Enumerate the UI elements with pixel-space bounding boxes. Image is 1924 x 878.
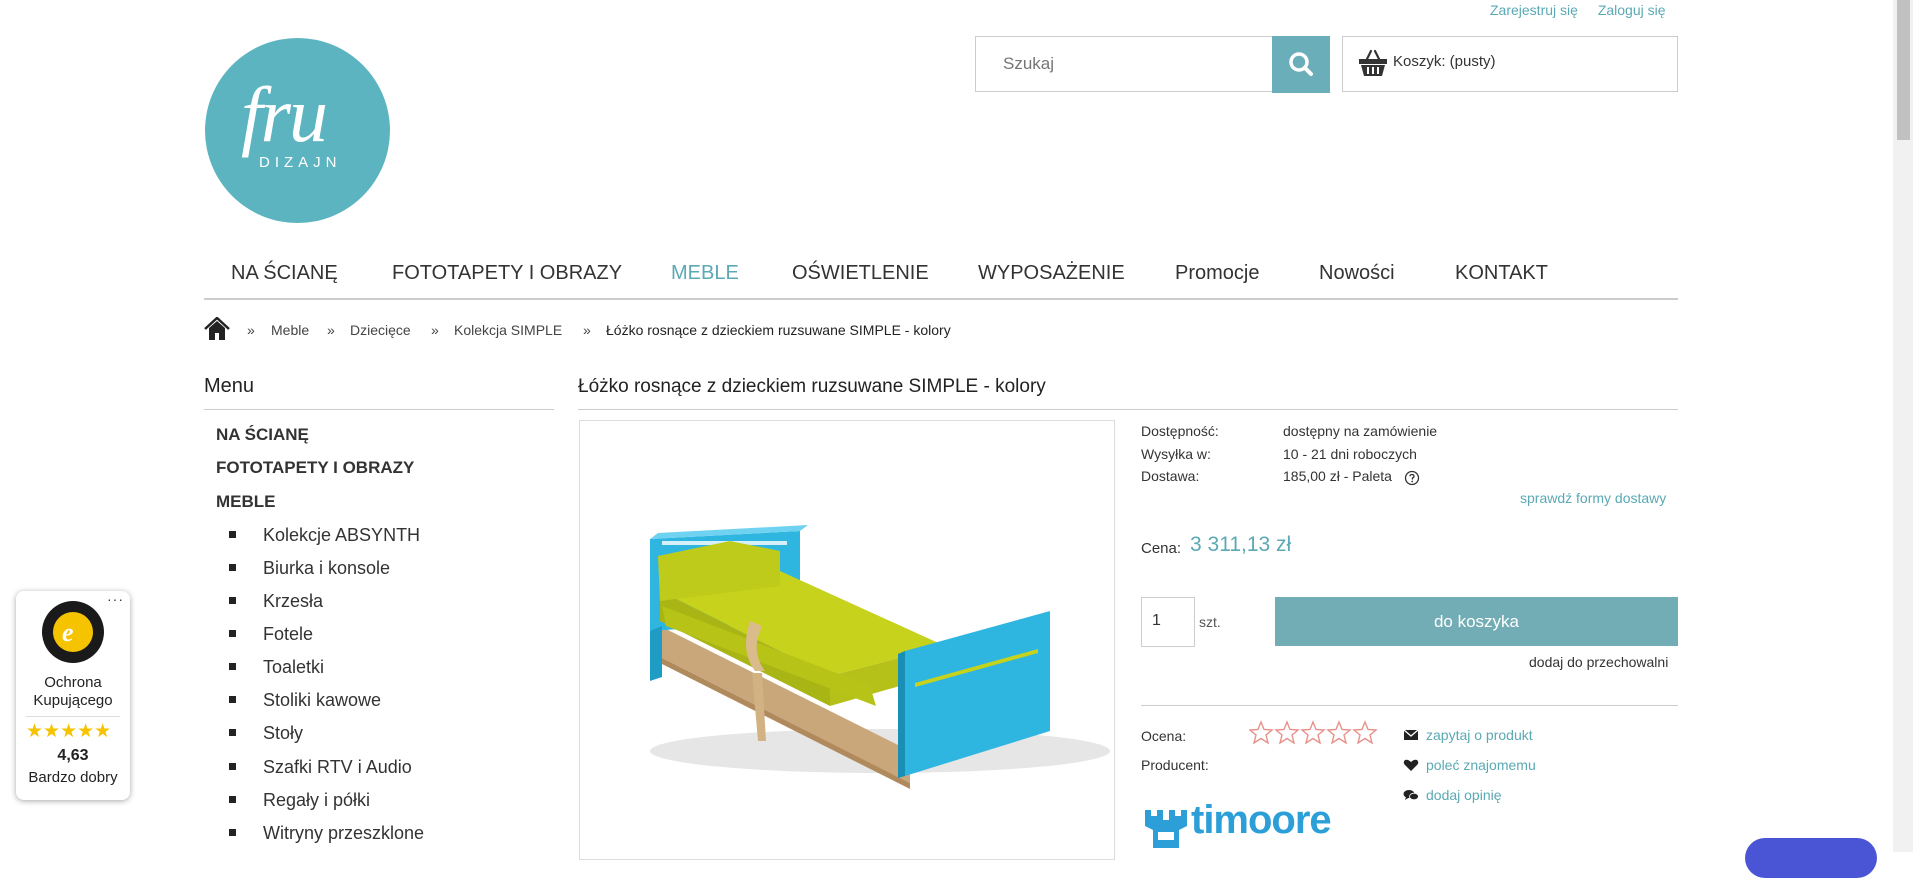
- nav-item-fototapety[interactable]: FOTOTAPETY I OBRAZY: [392, 262, 622, 285]
- bullet: [229, 728, 236, 736]
- bullet: [229, 530, 236, 538]
- home-icon[interactable]: [204, 317, 230, 341]
- bullet: [229, 695, 236, 703]
- nav-item-oswietlenie[interactable]: OŚWIETLENIE: [792, 262, 929, 285]
- availability-label: Dostępność:: [1141, 423, 1219, 439]
- divider: [204, 409, 554, 410]
- scrollbar-thumb[interactable]: [1897, 0, 1910, 140]
- delivery-value: 185,00 zł - Paleta: [1283, 468, 1392, 484]
- breadcrumb-separator: »: [247, 322, 255, 338]
- sidebar-subitem[interactable]: Witryny przeszklone: [229, 823, 424, 844]
- bullet: [229, 563, 236, 571]
- sidebar-subitem[interactable]: Toaletki: [229, 657, 324, 678]
- unit-label: szt.: [1199, 614, 1221, 630]
- nav-item-kontakt[interactable]: KONTAKT: [1455, 262, 1548, 285]
- comments-icon: [1403, 790, 1419, 801]
- add-to-wishlist-link[interactable]: dodaj do przechowalni: [1529, 654, 1668, 670]
- sidebar-subitem[interactable]: Kolekcje ABSYNTH: [229, 525, 420, 546]
- register-link[interactable]: Zarejestruj się: [1490, 2, 1578, 18]
- producer-logo[interactable]: timoore: [1141, 800, 1331, 852]
- shipping-value: 10 - 21 dni roboczych: [1283, 446, 1417, 462]
- sidebar-subitem[interactable]: Fotele: [229, 624, 313, 645]
- delivery-label: Dostawa:: [1141, 468, 1200, 484]
- sidebar-item-na-sciane[interactable]: NA ŚCIANĘ: [216, 425, 309, 445]
- sidebar-subitem[interactable]: Regały i półki: [229, 790, 370, 811]
- ask-about-product-link[interactable]: zapytaj o produkt: [1426, 727, 1533, 743]
- trusted-shops-verdict: Bardzo dobry: [28, 769, 118, 786]
- nav-item-promocje[interactable]: Promocje: [1175, 262, 1259, 285]
- rating-label: Ocena:: [1141, 728, 1187, 744]
- shipping-label: Wysyłka w:: [1141, 446, 1211, 462]
- more-icon[interactable]: ···: [107, 591, 124, 607]
- product-image[interactable]: [579, 420, 1115, 860]
- site-logo[interactable]: fru DIZAJN: [205, 38, 390, 223]
- recommend-link[interactable]: poleć znajomemu: [1426, 757, 1536, 773]
- producer-name: timoore: [1191, 800, 1331, 842]
- account-links: Zarejestruj się Zaloguj się: [1490, 2, 1682, 18]
- search-input[interactable]: [976, 37, 1273, 91]
- price-label: Cena:: [1141, 540, 1182, 557]
- trusted-shops-stars: ★★★★★: [26, 721, 112, 742]
- nav-item-nowosci[interactable]: Nowości: [1319, 262, 1395, 285]
- price-value: 3 311,13 zł: [1190, 533, 1292, 556]
- add-to-cart-button[interactable]: do koszyka: [1275, 597, 1678, 646]
- trusted-shops-title: Ochrona Kupującego: [33, 674, 113, 709]
- trusted-shops-rating: 4,63: [57, 747, 89, 764]
- producer-label: Producent:: [1141, 757, 1209, 773]
- cart-label[interactable]: Koszyk: (pusty): [1393, 53, 1496, 70]
- basket-icon: [1359, 49, 1387, 76]
- search-button[interactable]: [1272, 36, 1330, 93]
- breadcrumb-item-meble[interactable]: Meble: [271, 322, 309, 338]
- nav-item-wyposazenie[interactable]: WYPOSAŻENIE: [978, 262, 1125, 285]
- rating-stars[interactable]: [1249, 720, 1381, 746]
- bullet: [229, 795, 236, 803]
- sidebar-title: Menu: [204, 375, 255, 397]
- bullet: [229, 762, 236, 770]
- sidebar-item-meble[interactable]: MEBLE: [216, 492, 276, 512]
- divider: [578, 409, 1678, 410]
- bed-illustration: [650, 525, 1110, 789]
- product-title: Łóżko rosnące z dzieckiem ruzsuwane SIMP…: [578, 376, 1046, 397]
- main-nav: NA ŚCIANĘ FOTOTAPETY I OBRAZY MEBLE OŚWI…: [204, 262, 1678, 300]
- sidebar-subitem[interactable]: Stoliki kawowe: [229, 690, 381, 711]
- bullet: [229, 662, 236, 670]
- delivery-forms-link[interactable]: sprawdź formy dostawy: [1520, 490, 1666, 506]
- heart-icon: [1403, 759, 1419, 771]
- bullet: [229, 828, 236, 836]
- search-icon: [1289, 52, 1313, 76]
- chat-widget-button[interactable]: [1745, 838, 1877, 878]
- bullet: [229, 596, 236, 604]
- help-icon[interactable]: [1404, 470, 1420, 486]
- sidebar-subitem[interactable]: Biurka i konsole: [229, 558, 390, 579]
- moose-icon: [1145, 810, 1187, 848]
- breadcrumb-item-kolekcja[interactable]: Kolekcja SIMPLE: [454, 322, 562, 338]
- divider: [26, 716, 120, 717]
- breadcrumb-current: Łóżko rosnące z dzieckiem ruzsuwane SIMP…: [606, 322, 951, 338]
- sidebar-subitem[interactable]: Szafki RTV i Audio: [229, 757, 412, 778]
- breadcrumb-separator: »: [431, 322, 439, 338]
- logo-word: DIZAJN: [259, 154, 342, 171]
- login-link[interactable]: Zaloguj się: [1598, 2, 1666, 18]
- breadcrumb-separator: »: [327, 322, 335, 338]
- breadcrumb-separator: »: [583, 322, 591, 338]
- quantity-input[interactable]: 1: [1141, 597, 1195, 647]
- trusted-shops-seal-icon: e: [42, 601, 104, 663]
- nav-item-meble[interactable]: MEBLE: [671, 262, 739, 285]
- sidebar-subitem[interactable]: Stoły: [229, 723, 303, 744]
- trusted-shops-badge[interactable]: ··· e Ochrona Kupującego ★★★★★ 4,63 Bardz…: [16, 591, 130, 800]
- divider: [1141, 705, 1678, 706]
- add-review-link[interactable]: dodaj opinię: [1426, 787, 1502, 803]
- nav-item-na-sciane[interactable]: NA ŚCIANĘ: [231, 262, 338, 285]
- sidebar-subitem[interactable]: Krzesła: [229, 591, 323, 612]
- logo-script: fru: [241, 71, 328, 158]
- envelope-icon: [1403, 729, 1419, 740]
- sidebar-item-fototapety[interactable]: FOTOTAPETY I OBRAZY: [216, 458, 414, 478]
- availability-value: dostępny na zamówienie: [1283, 423, 1438, 439]
- breadcrumb-item-dzieciece[interactable]: Dziecięce: [350, 322, 411, 338]
- bullet: [229, 629, 236, 637]
